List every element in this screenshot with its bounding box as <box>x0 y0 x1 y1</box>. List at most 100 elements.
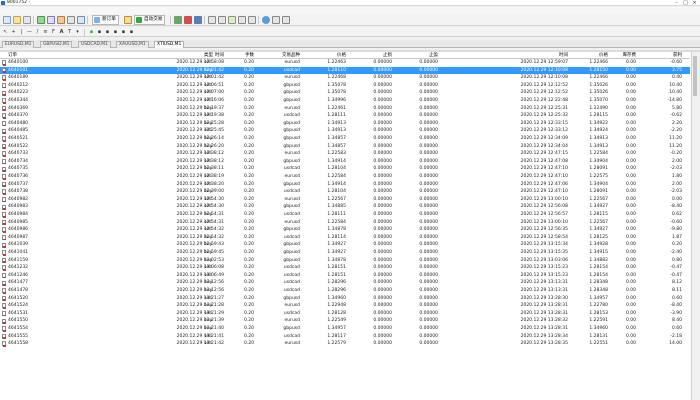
header-swap[interactable]: 库存费 <box>612 52 637 59</box>
table-row[interactable]: 4640737 2020.12.29 12:38:20 sell 0.20 gbpusd… <box>0 181 690 189</box>
table-row[interactable]: 4641478 2020.12.29 13:12:56 buy 0.20 usdcad 1… <box>0 287 690 295</box>
table-row[interactable]: 4641159 2020.12.29 13:02:53 buy 0.20 gbpusd 1… <box>0 257 690 265</box>
table-row[interactable]: 4640986 2020.12.29 12:54:32 sell 0.20 gbpusd… <box>0 226 690 234</box>
maximize-icon[interactable]: □ <box>681 0 690 6</box>
m1-period-icon[interactable]: ▪ <box>88 29 95 36</box>
symbol-cell: gbpusd <box>283 257 300 263</box>
tile-windows-icon[interactable] <box>228 16 236 24</box>
m5-period-icon[interactable]: ▪ <box>96 29 103 36</box>
open-folder-icon[interactable] <box>13 16 21 24</box>
table-row[interactable]: 4640982 2020.12.29 12:54:30 sell 0.20 eurusd… <box>0 196 690 204</box>
chart-tab-xauusd[interactable]: XAUUSD,M1 <box>116 41 149 48</box>
header-lots[interactable]: 手数 <box>232 52 254 59</box>
table-row[interactable]: 4640735 2020.12.29 12:38:11 buy 0.20 usdcad 1… <box>0 165 690 173</box>
table-row[interactable]: 4640521 2020.12.29 12:26:14 buy 0.20 gbpusd 1… <box>0 135 690 143</box>
table-row[interactable]: 4641477 2020.12.29 13:12:56 buy 0.20 usdcad 1… <box>0 279 690 287</box>
crosshair-icon[interactable]: + <box>10 29 17 36</box>
label-icon[interactable]: T <box>66 29 73 36</box>
auto-trading-button[interactable]: 自动交易 <box>134 15 166 25</box>
horizontal-line-icon[interactable]: — <box>26 29 33 36</box>
vertical-line-icon[interactable]: | <box>18 29 25 36</box>
table-row[interactable]: 4640370 2020.12.29 12:19:38 sell 0.20 usdcad… <box>0 112 690 120</box>
header-type[interactable]: 类型 <box>204 52 213 59</box>
terminal-icon[interactable] <box>67 16 75 24</box>
header-price[interactable]: 价格 <box>310 52 346 59</box>
new-order-button[interactable]: 新订单 <box>92 15 119 25</box>
fibonacci-icon[interactable]: F <box>50 29 57 36</box>
table-row[interactable]: 4640223 2020.12.29 12:07:00 sell 0.20 gbpusd… <box>0 89 690 97</box>
line-chart-icon[interactable] <box>194 16 202 24</box>
swap-cell: 0.00 <box>625 174 636 179</box>
h4-period-icon[interactable]: ▪ <box>128 29 135 36</box>
arrow-icon[interactable]: ▾ <box>74 29 81 36</box>
metaeditor-icon[interactable] <box>124 16 132 24</box>
m30-period-icon[interactable]: ▪ <box>112 29 119 36</box>
header-symbol[interactable]: 交易品种 <box>270 52 300 59</box>
h1-period-icon[interactable]: ▪ <box>120 29 127 36</box>
chart-tab-gbpusd[interactable]: GBPUSD,M1 <box>40 41 73 48</box>
table-row[interactable]: 4640734 2020.12.29 12:38:12 sell 0.20 gbpusd… <box>0 158 690 166</box>
vertical-scrollbar[interactable] <box>691 52 697 400</box>
header-close-time[interactable]: 时间 <box>488 52 568 59</box>
chart-shift-icon[interactable] <box>248 16 256 24</box>
cursor-icon[interactable]: ↖ <box>2 29 9 36</box>
channel-icon[interactable]: ≡ <box>42 29 49 36</box>
strategy-tester-icon[interactable] <box>77 16 85 24</box>
navigator-icon[interactable] <box>57 16 65 24</box>
zoom-out-icon[interactable] <box>218 16 226 24</box>
table-row[interactable]: 4640101 2020.12.29 12:01:42 buy 0.20 usdcad 1… <box>0 66 690 75</box>
minimize-icon[interactable]: – <box>672 0 681 6</box>
table-row[interactable]: 4640100 2020.12.29 12:58:08 sell 0.20 eurusd… <box>0 59 690 67</box>
table-row[interactable]: 4640985 2020.12.29 12:54:31 sell 0.20 eurusd… <box>0 219 690 227</box>
market-watch-icon[interactable] <box>37 16 45 24</box>
table-row[interactable]: 4641531 2020.12.29 13:21:29 sell 0.20 usdcad… <box>0 310 690 318</box>
chart-tab-eurusd[interactable]: EURUSD,M1 <box>2 41 35 48</box>
header-tp[interactable]: 止盈 <box>402 52 438 59</box>
table-row[interactable]: 4640212 2020.12.29 12:06:51 sell 0.20 gbpusd… <box>0 82 690 90</box>
table-row[interactable]: 4641524 2020.12.29 13:21:28 buy 0.20 eurusd 1… <box>0 302 690 310</box>
table-row[interactable]: 4640987 2020.12.29 12:54:32 buy 0.20 usdcad 1… <box>0 234 690 242</box>
table-row[interactable]: 4641550 2020.12.29 13:21:39 buy 0.20 eurusd 1… <box>0 317 690 325</box>
chart-tab-xtiusd[interactable]: XTIUSD,M1 <box>154 41 185 48</box>
table-row[interactable]: 4640189 2020.12.29 12:01:42 sell 0.20 eurusd… <box>0 74 690 82</box>
table-row[interactable]: 4641520 2020.12.29 13:21:27 sell 0.20 gbpusd… <box>0 295 690 303</box>
templates-icon[interactable] <box>282 16 290 24</box>
text-tool-icon[interactable]: A <box>58 29 65 36</box>
table-row[interactable]: 4640983 2020.12.29 12:54:30 sell 0.20 gbpusd… <box>0 203 690 211</box>
scrollbar-thumb[interactable] <box>693 56 697 96</box>
table-row[interactable]: 4641246 2020.12.29 13:06:49 sell 0.20 usdcad… <box>0 272 690 280</box>
periods-icon[interactable] <box>272 16 280 24</box>
new-chart-icon[interactable] <box>3 16 11 24</box>
autoscroll-icon[interactable] <box>238 16 246 24</box>
zoom-in-icon[interactable] <box>208 16 216 24</box>
header-profit[interactable]: 获利 <box>644 52 682 59</box>
table-row[interactable]: 4640736 2020.12.29 12:38:19 sell 0.20 eurusd… <box>0 173 690 181</box>
table-row[interactable]: 4640738 2020.12.29 12:39:00 buy 0.20 usdcad 1… <box>0 188 690 196</box>
header-sl[interactable]: 止损 <box>356 52 392 59</box>
bar-chart-icon[interactable] <box>174 16 182 24</box>
trendline-icon[interactable]: / <box>34 29 41 36</box>
table-row[interactable]: 4640480 2020.12.29 12:25:28 buy 0.20 gbpusd 1… <box>0 120 690 128</box>
header-time[interactable]: 时间 <box>160 52 224 59</box>
table-row[interactable]: 4640984 2020.12.29 12:54:31 buy 0.20 usdcad 1… <box>0 211 690 219</box>
table-row[interactable]: 4640733 2020.12.29 12:38:12 sell 0.20 eurusd… <box>0 150 690 158</box>
header-order[interactable]: 订单 <box>8 52 17 59</box>
indicators-icon[interactable] <box>262 16 270 24</box>
data-window-icon[interactable] <box>47 16 55 24</box>
table-row[interactable]: 4641039 2020.12.29 12:59:43 buy 0.20 gbpusd 1… <box>0 241 690 249</box>
candlesticks-icon[interactable] <box>184 16 192 24</box>
table-row[interactable]: 4641041 2020.12.29 12:59:45 buy 0.20 gbpusd 1… <box>0 249 690 257</box>
table-row[interactable]: 4640369 2020.12.29 12:19:37 buy 0.20 eurusd 1… <box>0 105 690 113</box>
table-row[interactable]: 4641554 2020.12.29 13:21:40 buy 0.20 gbpusd 1… <box>0 325 690 333</box>
close-icon[interactable]: × <box>690 0 699 6</box>
chart-tab-usdcad[interactable]: USDCAD,M1 <box>78 41 111 48</box>
header-close-price[interactable]: 价格 <box>570 52 608 59</box>
table-row[interactable]: 4641555 2020.12.29 13:21:41 sell 0.20 usdcad… <box>0 333 690 341</box>
table-row[interactable]: 4640522 2020.12.29 12:26:20 buy 0.20 gbpusd 1… <box>0 143 690 151</box>
table-row[interactable]: 4640485 2020.12.29 12:25:45 sell 0.20 gbpusd… <box>0 127 690 135</box>
m15-period-icon[interactable]: ▪ <box>104 29 111 36</box>
table-row[interactable]: 4641232 2020.12.29 13:06:08 sell 0.20 usdcad… <box>0 264 690 272</box>
table-row[interactable]: 4641558 2020.12.29 13:21:42 sell 0.20 eurusd… <box>0 340 690 348</box>
table-row[interactable]: 4640344 2020.12.29 12:16:06 sell 0.20 gbpusd… <box>0 97 690 105</box>
profiles-icon[interactable] <box>23 16 31 24</box>
